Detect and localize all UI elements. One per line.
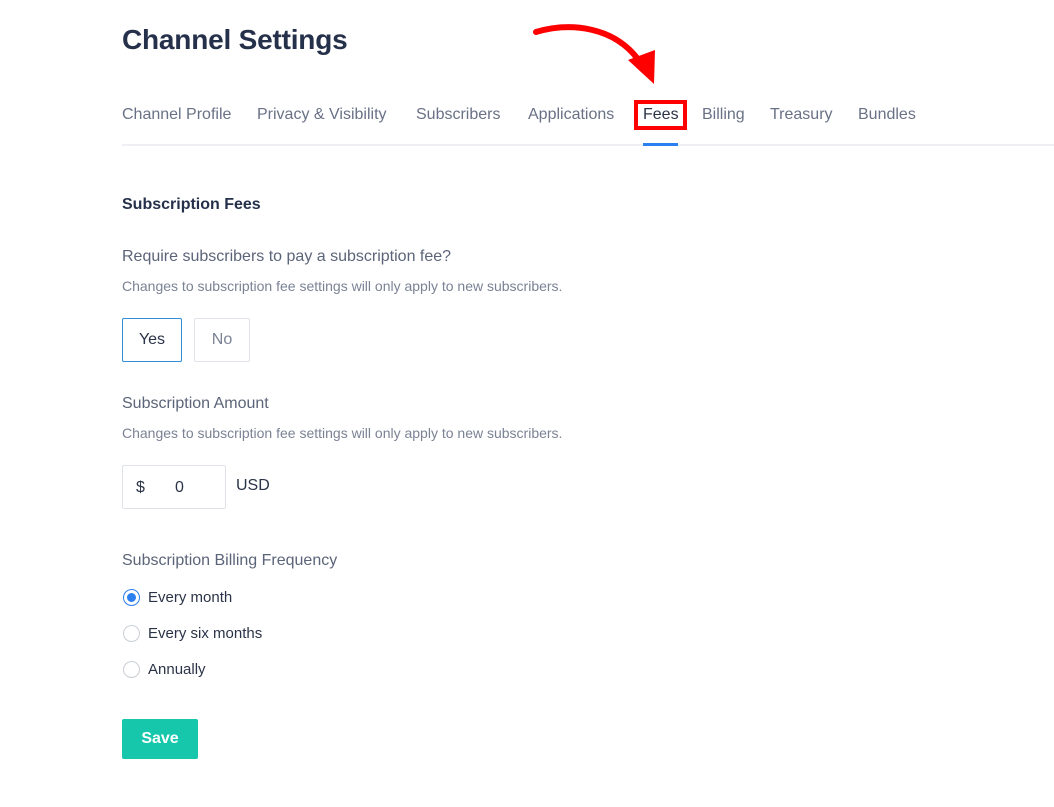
tab-billing[interactable]: Billing [702, 106, 745, 124]
page-title: Channel Settings [122, 24, 348, 55]
tab-treasury[interactable]: Treasury [770, 106, 833, 124]
save-button[interactable]: Save [122, 719, 198, 759]
frequency-label: Subscription Billing Frequency [122, 552, 338, 569]
require-fee-question: Require subscribers to pay a subscriptio… [122, 248, 452, 265]
require-fee-help: Changes to subscription fee settings wil… [122, 278, 563, 294]
tab-applications[interactable]: Applications [528, 106, 614, 124]
radio-button[interactable] [123, 625, 140, 642]
radio-label: Every month [148, 589, 233, 606]
channel-settings-page: Channel Settings Channel Profile Privacy… [0, 0, 1054, 807]
annotation-arrow-icon [533, 24, 655, 84]
tab-channel-profile[interactable]: Channel Profile [122, 106, 231, 124]
radio-button[interactable] [123, 661, 140, 678]
currency-symbol: $ [136, 479, 145, 496]
settings-tabs: Channel Profile Privacy & Visibility Sub… [122, 96, 1054, 146]
tab-subscribers[interactable]: Subscribers [416, 106, 500, 124]
amount-label: Subscription Amount [122, 395, 269, 412]
tab-fees[interactable]: Fees [643, 106, 679, 124]
tab-bundles[interactable]: Bundles [858, 106, 916, 124]
section-title: Subscription Fees [122, 196, 261, 213]
radio-label: Every six months [148, 625, 263, 642]
tab-privacy-visibility[interactable]: Privacy & Visibility [257, 106, 387, 124]
radio-label: Annually [148, 661, 206, 678]
no-button[interactable]: No [194, 318, 250, 362]
currency-code: USD [236, 477, 270, 494]
amount-field: $ [122, 465, 226, 509]
yes-button[interactable]: Yes [122, 318, 182, 362]
radio-button-checked[interactable] [123, 589, 140, 606]
amount-help: Changes to subscription fee settings wil… [122, 425, 563, 441]
active-tab-indicator [643, 143, 678, 146]
amount-input[interactable] [153, 474, 223, 502]
